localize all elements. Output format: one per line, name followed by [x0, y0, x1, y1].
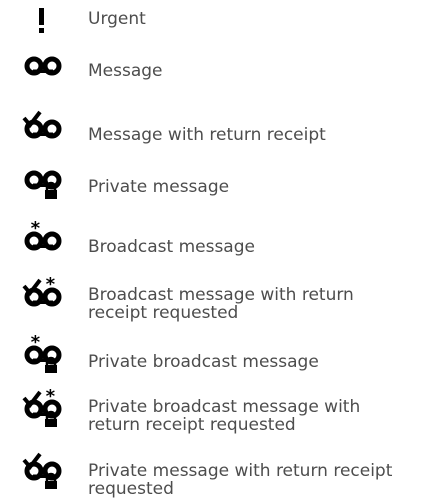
tape-checkmark-lock-icon	[20, 450, 78, 490]
legend-item-private-broadcast: * Private broadcast message	[0, 334, 444, 374]
legend-item-private: Private message	[0, 166, 444, 206]
legend-label: Private broadcast message	[88, 352, 319, 372]
tape-lock-icon	[20, 166, 78, 206]
legend-label: Private message with return receipt requ…	[88, 461, 393, 499]
legend-item-message: Message	[0, 52, 444, 88]
legend-item-broadcast-receipt: * Broadcast message with return receipt …	[0, 276, 444, 326]
legend-label: Private broadcast message with return re…	[88, 397, 361, 435]
tape-checkmark-star-icon: *	[20, 276, 78, 316]
tape-star-lock-icon: *	[20, 334, 78, 374]
legend-item-private-broadcast-receipt: * Private broadcast message with return …	[0, 388, 444, 438]
legend-label: Message with return receipt	[88, 125, 326, 145]
legend-label: Message	[88, 61, 163, 81]
legend-label: Urgent	[88, 9, 146, 29]
exclamation-icon	[20, 4, 78, 44]
voicemail-tape-icon	[20, 52, 78, 92]
legend-label: Private message	[88, 177, 230, 197]
tape-checkmark-star-lock-icon: *	[20, 388, 78, 428]
legend-item-broadcast: * Broadcast message	[0, 220, 444, 260]
legend-label: Broadcast message with return receipt re…	[88, 285, 354, 323]
tape-star-icon: *	[20, 220, 78, 260]
legend-label: Broadcast message	[88, 237, 255, 257]
tape-checkmark-icon	[20, 108, 78, 148]
legend-item-private-receipt: Private message with return receipt requ…	[0, 446, 444, 502]
legend-item-return-receipt: Message with return receipt	[0, 108, 444, 148]
legend-item-urgent: Urgent	[0, 4, 444, 34]
